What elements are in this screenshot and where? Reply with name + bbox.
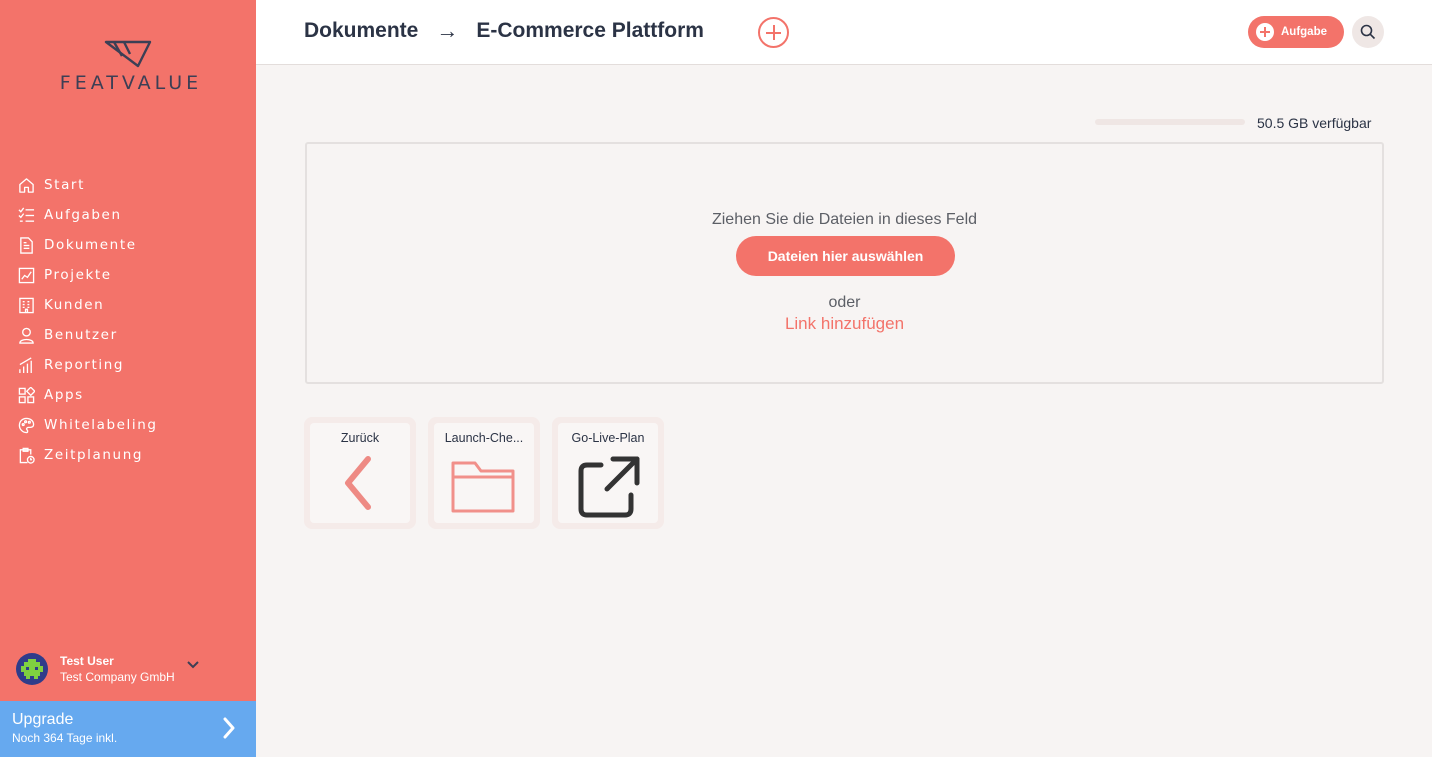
- breadcrumb-arrow-icon: →: [436, 18, 459, 43]
- upgrade-subtitle: Noch 364 Tage inkl.: [12, 731, 118, 745]
- clipboard-clock-icon: [17, 446, 35, 464]
- sidebar-item-label: Zeitplanung: [44, 447, 144, 463]
- header: Dokumente → E-Commerce Plattform Aufgabe: [256, 0, 1432, 65]
- sidebar-item-label: Projekte: [44, 267, 112, 283]
- sidebar-item-zeitplanung[interactable]: Zeitplanung: [0, 440, 256, 470]
- dropzone-instruction: Ziehen Sie die Dateien in dieses Feld: [711, 211, 978, 228]
- sidebar-item-label: Benutzer: [44, 327, 118, 343]
- search-button[interactable]: [1352, 16, 1384, 48]
- apps-icon: [17, 386, 35, 404]
- tile-external-link[interactable]: Go-Live-Plan: [552, 417, 664, 529]
- user-company: Test Company GmbH: [60, 669, 175, 684]
- user-menu[interactable]: Test User Test Company GmbH: [16, 652, 240, 686]
- sidebar-item-label: Dokumente: [44, 237, 137, 253]
- storage-bar: [1095, 119, 1245, 125]
- logo[interactable]: FEATVALUE: [0, 40, 256, 94]
- building-icon: [17, 296, 35, 314]
- storage-available: 50.5 GB verfügbar: [1257, 115, 1372, 131]
- sidebar-item-dokumente[interactable]: Dokumente: [0, 230, 256, 260]
- palette-icon: [17, 416, 35, 434]
- sidebar-item-label: Kunden: [44, 297, 105, 313]
- add-task-label: Aufgabe: [1281, 26, 1327, 38]
- plus-icon: [1256, 23, 1274, 41]
- add-task-button[interactable]: Aufgabe: [1248, 16, 1344, 48]
- breadcrumb-documents[interactable]: Dokumente: [304, 19, 418, 43]
- sidebar-item-label: Aufgaben: [44, 207, 122, 223]
- select-files-button[interactable]: Dateien hier auswählen: [736, 236, 955, 276]
- sidebar-item-label: Start: [44, 177, 85, 193]
- external-link-icon: [558, 453, 658, 523]
- sidebar-item-projekte[interactable]: Projekte: [0, 260, 256, 290]
- avatar: [16, 653, 48, 685]
- sidebar-item-apps[interactable]: Apps: [0, 380, 256, 410]
- dropzone-or: oder: [828, 294, 861, 311]
- sidebar-item-start[interactable]: Start: [0, 170, 256, 200]
- chevron-left-icon: [310, 453, 410, 513]
- checklist-icon: [17, 206, 35, 224]
- add-link-button[interactable]: Link hinzufügen: [307, 314, 1382, 334]
- tile-label: Zurück: [340, 431, 380, 445]
- sidebar-item-label: Whitelabeling: [44, 417, 158, 433]
- add-folder-button[interactable]: [758, 17, 789, 48]
- tile-back[interactable]: Zurück: [304, 417, 416, 529]
- sidebar-item-kunden[interactable]: Kunden: [0, 290, 256, 320]
- sidebar: FEATVALUE Start Aufgaben Dokumente Proje…: [0, 0, 256, 757]
- tile-label: Go-Live-Plan: [571, 431, 645, 445]
- file-dropzone[interactable]: Ziehen Sie die Dateien in dieses Feld Da…: [305, 142, 1384, 384]
- tile-label: Launch-Che...: [444, 431, 524, 445]
- breadcrumb: Dokumente → E-Commerce Plattform: [304, 18, 704, 44]
- logo-mark-icon: [104, 40, 152, 68]
- sidebar-item-label: Apps: [44, 387, 84, 403]
- home-icon: [17, 176, 35, 194]
- sidebar-item-aufgaben[interactable]: Aufgaben: [0, 200, 256, 230]
- breadcrumb-project: E-Commerce Plattform: [476, 19, 704, 42]
- chart-icon: [17, 266, 35, 284]
- upgrade-title: Upgrade: [12, 711, 74, 728]
- sidebar-item-label: Reporting: [44, 357, 125, 373]
- document-icon: [17, 236, 35, 254]
- chevron-right-icon: [222, 717, 236, 744]
- upgrade-banner[interactable]: Upgrade Noch 364 Tage inkl.: [0, 701, 256, 757]
- tile-folder[interactable]: Launch-Che...: [428, 417, 540, 529]
- search-icon: [1360, 24, 1376, 40]
- user-icon: [17, 326, 35, 344]
- sidebar-item-whitelabeling[interactable]: Whitelabeling: [0, 410, 256, 440]
- folder-icon: [434, 453, 534, 513]
- chevron-down-icon[interactable]: [186, 656, 199, 674]
- bar-chart-icon: [17, 356, 35, 374]
- sidebar-item-benutzer[interactable]: Benutzer: [0, 320, 256, 350]
- user-name: Test User: [60, 653, 114, 668]
- sidebar-nav: Start Aufgaben Dokumente Projekte Kunden: [0, 170, 256, 470]
- logo-text: FEATVALUE: [59, 72, 203, 94]
- sidebar-item-reporting[interactable]: Reporting: [0, 350, 256, 380]
